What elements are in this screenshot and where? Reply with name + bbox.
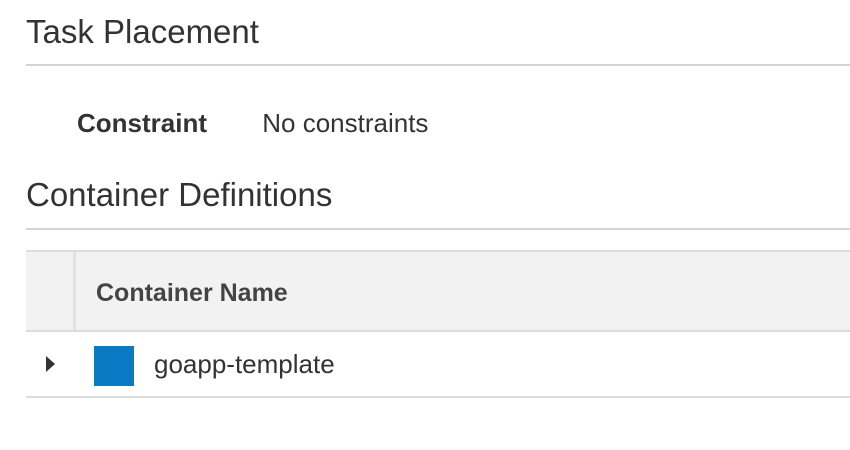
table-row: goapp-template <box>26 332 850 398</box>
section-divider <box>26 64 850 66</box>
container-definitions-table: Container Name goapp-template <box>26 250 850 398</box>
container-color-swatch <box>94 346 134 386</box>
caret-right-icon[interactable] <box>46 356 55 372</box>
constraint-row: Constraint No constraints <box>77 110 428 136</box>
constraint-label: Constraint <box>77 108 207 138</box>
container-definitions-heading: Container Definitions <box>26 176 333 213</box>
task-placement-heading: Task Placement <box>26 13 259 50</box>
column-header-container-name[interactable]: Container Name <box>96 281 288 306</box>
next-section-heading-cut-off <box>26 440 86 450</box>
page: Task Placement Constraint No constraints… <box>0 0 850 450</box>
expand-column-header <box>26 252 76 330</box>
section-divider <box>26 228 850 230</box>
table-header: Container Name <box>26 250 850 332</box>
constraint-value: No constraints <box>262 108 429 138</box>
container-name-link[interactable]: goapp-template <box>154 351 335 377</box>
